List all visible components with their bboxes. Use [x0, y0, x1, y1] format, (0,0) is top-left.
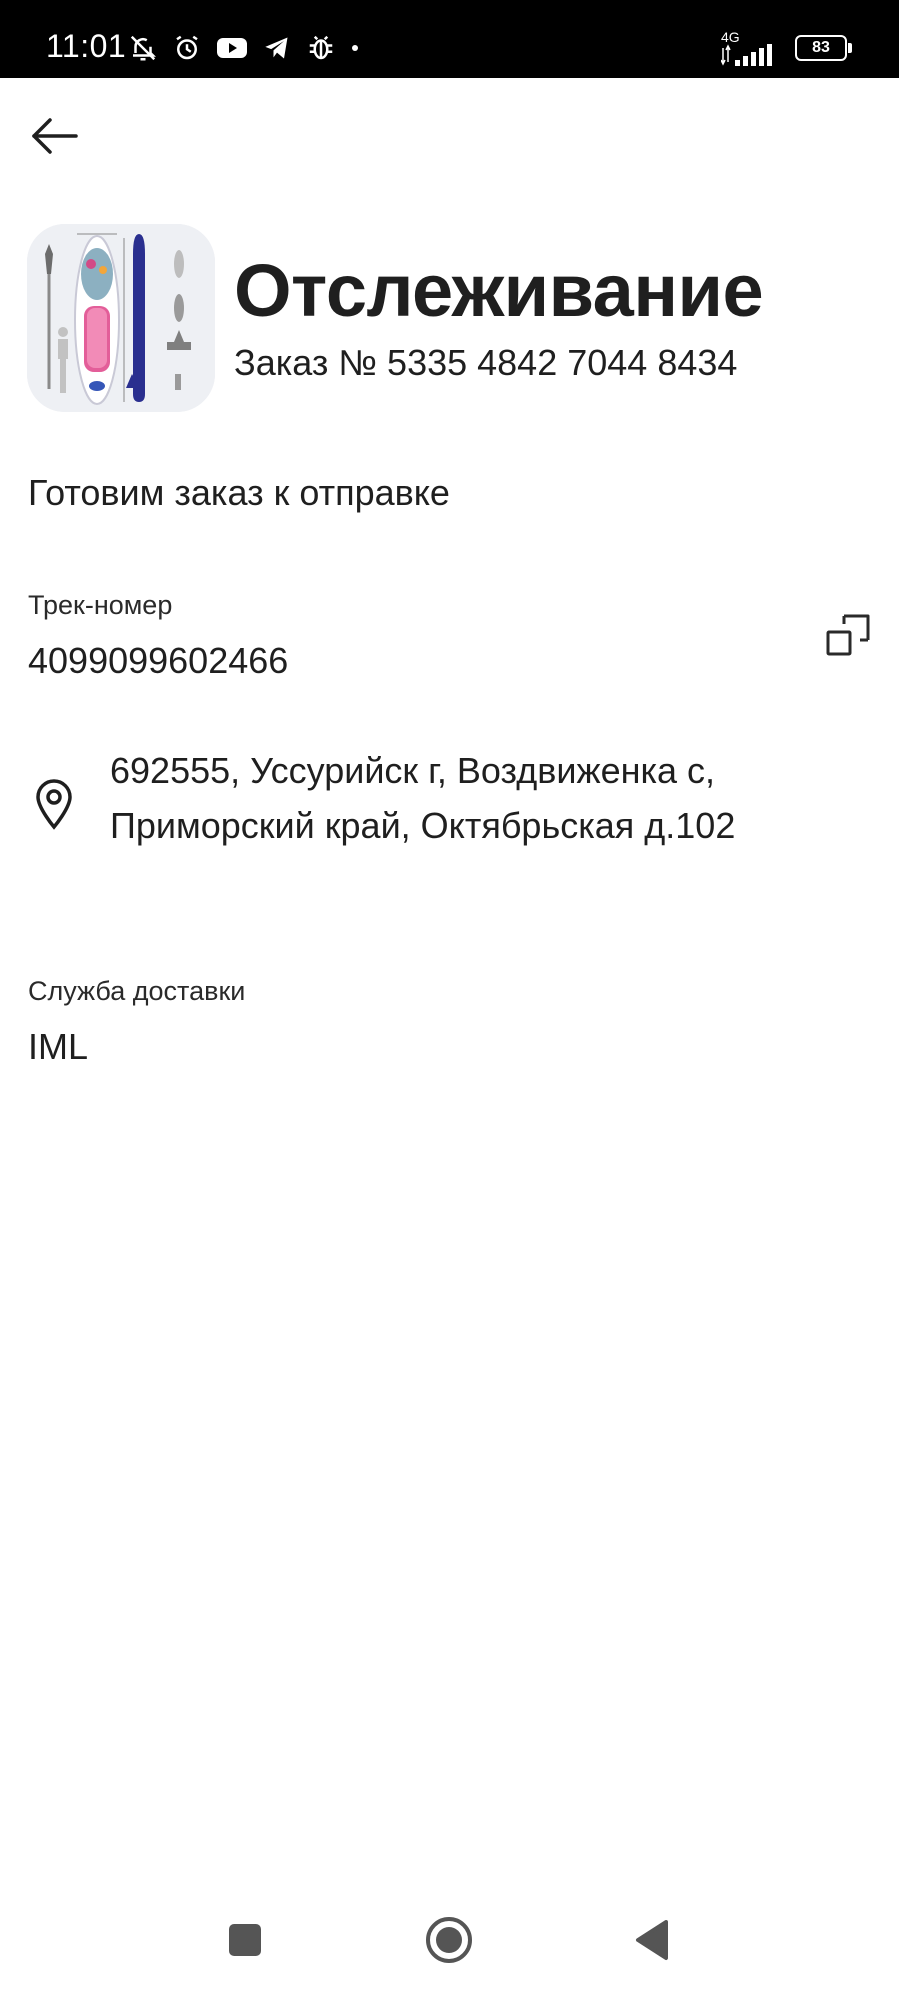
status-right: 4G 83	[721, 28, 852, 68]
shipment-status: Готовим заказ к отправке	[28, 472, 450, 513]
order-number: Заказ № 5335 4842 7044 8434	[234, 342, 738, 383]
signal-icon	[721, 44, 772, 66]
status-icons	[128, 28, 374, 68]
network-indicator: 4G	[721, 30, 777, 66]
dot-icon	[350, 43, 360, 53]
delivery-service-label: Служба доставки	[28, 976, 246, 1006]
location-pin-icon	[30, 774, 78, 834]
system-nav-bar	[0, 1880, 899, 2000]
bell-off-icon	[128, 33, 158, 63]
circle-icon	[426, 1917, 472, 1963]
track-number-label: Трек-номер	[28, 590, 173, 620]
telegram-icon	[262, 34, 292, 62]
system-back-button[interactable]	[612, 1900, 692, 1980]
product-thumbnail	[27, 224, 215, 412]
arrow-left-icon	[32, 118, 78, 154]
network-type: 4G	[721, 29, 740, 45]
copy-icon	[826, 614, 870, 656]
home-button[interactable]	[409, 1900, 489, 1980]
bug-icon	[306, 33, 336, 63]
status-bar: 11:01 4G 83	[0, 0, 899, 78]
square-icon	[229, 1924, 261, 1956]
status-time: 11:01	[46, 28, 127, 64]
copy-button[interactable]	[820, 608, 876, 664]
alarm-icon	[172, 33, 202, 63]
battery-level: 83	[812, 39, 830, 56]
triangle-back-icon	[636, 1920, 668, 1960]
page-title: Отслеживание	[234, 249, 764, 332]
address-line-1: 692555, Уссурийск г, Воздвиженка с,	[110, 750, 716, 791]
track-number: 4099099602466	[28, 640, 289, 681]
battery-indicator: 83	[795, 35, 852, 61]
youtube-icon	[216, 35, 248, 61]
address-line-2: Приморский край, Октябрьская д.102	[110, 805, 736, 846]
back-button[interactable]	[26, 112, 82, 160]
delivery-service: IML	[28, 1026, 89, 1067]
recents-button[interactable]	[205, 1900, 285, 1980]
